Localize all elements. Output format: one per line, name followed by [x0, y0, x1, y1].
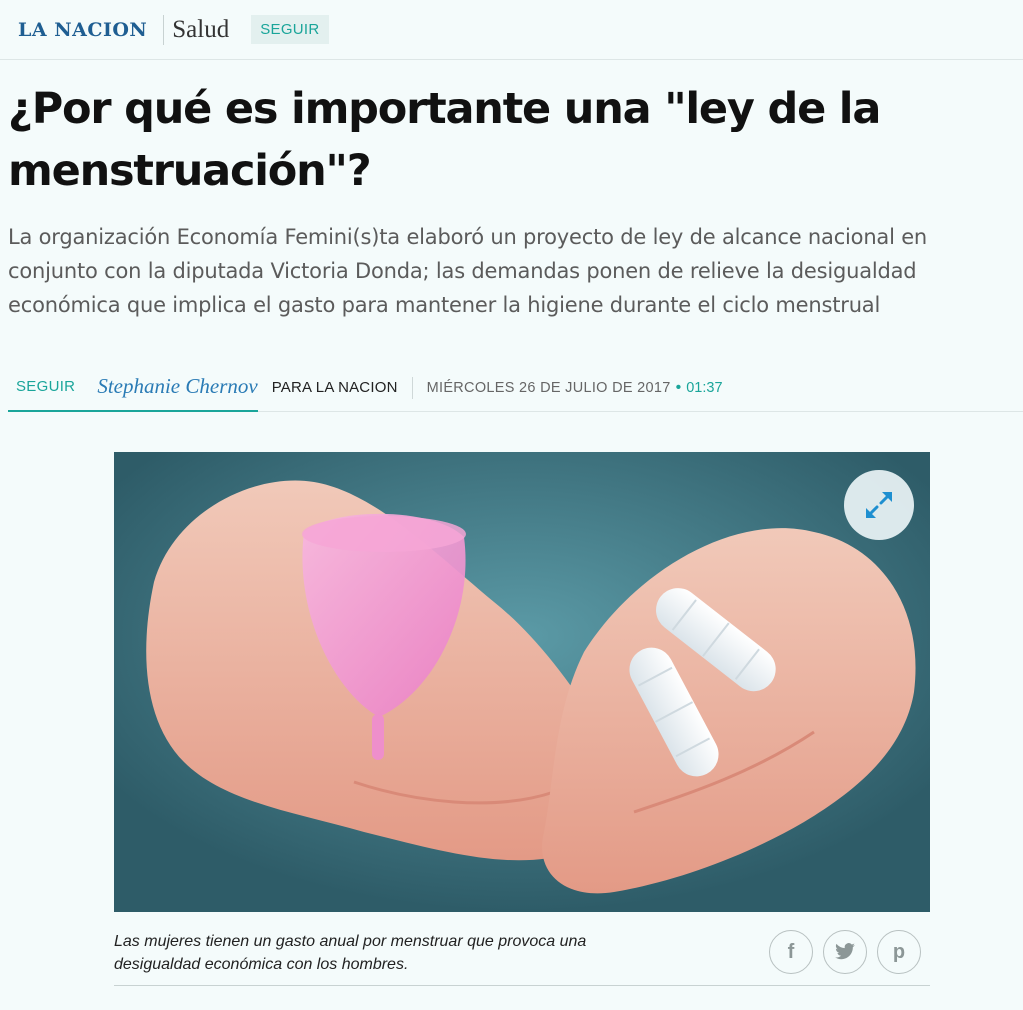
- author-follow-block: SEGUIR Stephanie Chernov: [8, 364, 258, 412]
- article-image[interactable]: [114, 452, 930, 912]
- expand-image-button[interactable]: [844, 470, 914, 540]
- byline-divider: [411, 376, 413, 399]
- facebook-icon: f: [787, 940, 795, 963]
- cup-stem: [372, 714, 384, 760]
- image-caption: Las mujeres tienen un gasto anual por me…: [114, 933, 587, 973]
- date-separator: •: [675, 378, 682, 396]
- twitter-icon: [835, 943, 855, 960]
- site-logo[interactable]: LA NACION: [18, 19, 147, 41]
- expand-arrows-icon: [866, 492, 892, 518]
- article-title: ¿Por qué es importante una "ley de la me…: [8, 84, 881, 196]
- pinterest-icon: p: [892, 940, 906, 963]
- outlet-label: PARA LA NACION: [271, 379, 398, 396]
- photo-illustration: [114, 452, 930, 912]
- caption-divider: [114, 985, 930, 986]
- follow-author-button[interactable]: SEGUIR: [8, 363, 83, 411]
- cup-rim: [302, 516, 466, 552]
- publish-date: MIÉRCOLES 26 DE JULIO DE 2017: [426, 379, 671, 396]
- section-name[interactable]: Salud: [172, 16, 229, 44]
- share-pinterest-button[interactable]: p: [877, 930, 921, 974]
- byline: SEGUIR Stephanie Chernov PARA LA NACION …: [8, 364, 1023, 412]
- author-name[interactable]: Stephanie Chernov: [97, 374, 257, 399]
- follow-section-button[interactable]: SEGUIR: [251, 15, 329, 44]
- share-twitter-button[interactable]: [823, 930, 867, 974]
- top-bar: LA NACION Salud SEGUIR: [0, 0, 1023, 60]
- publish-time: 01:37: [686, 379, 723, 396]
- article-subtitle: La organización Economía Femini(s)ta ela…: [8, 225, 928, 317]
- header-divider: [163, 14, 165, 45]
- share-facebook-button[interactable]: f: [769, 930, 813, 974]
